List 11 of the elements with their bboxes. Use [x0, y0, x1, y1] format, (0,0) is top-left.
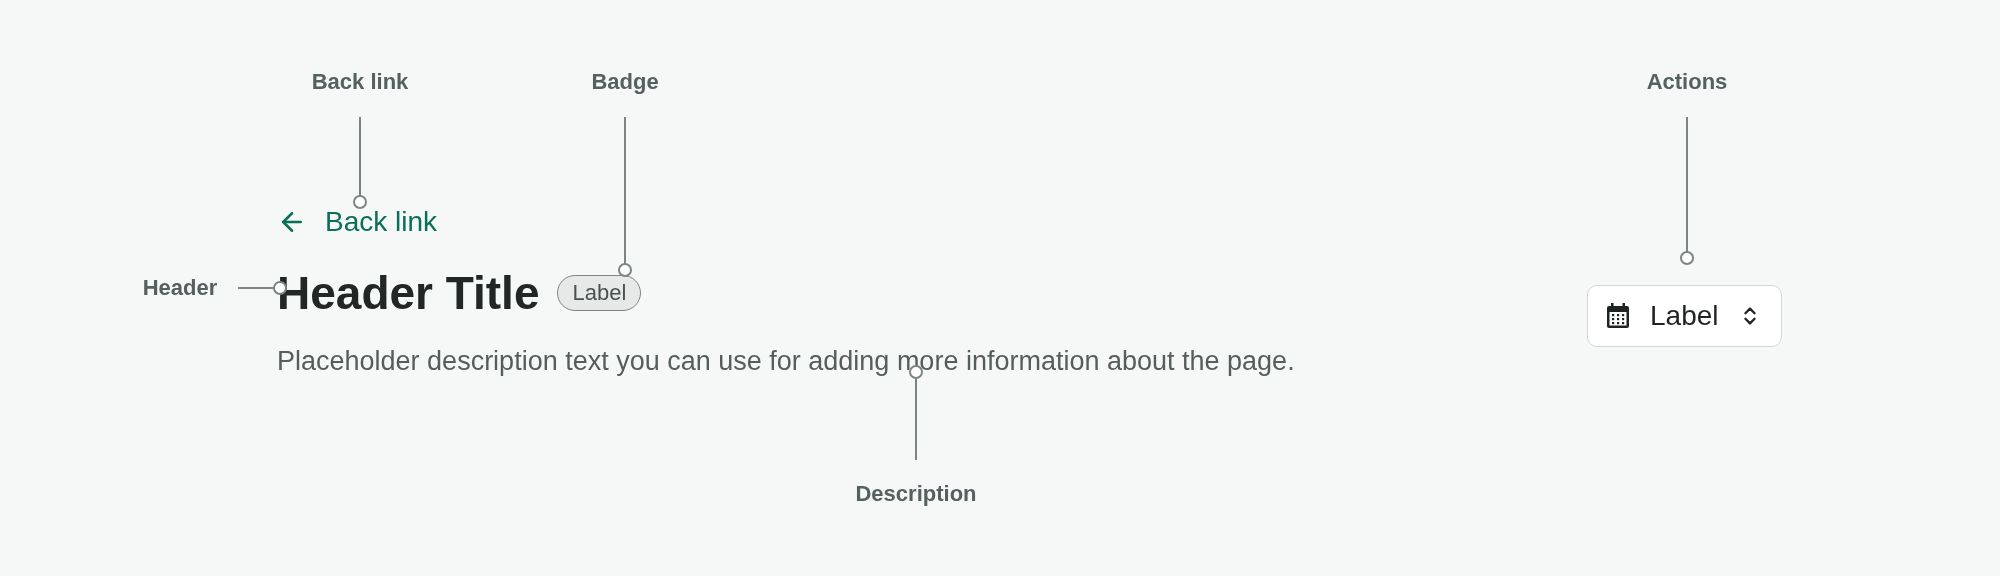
date-select-button[interactable]: Label — [1587, 285, 1782, 347]
callout-label: Header — [142, 275, 218, 301]
description: Placeholder description text you can use for adding more information about the page. — [277, 346, 1296, 377]
callout-label: Badge — [591, 69, 659, 95]
badge: Label — [557, 275, 642, 311]
callout-label: Actions — [1646, 69, 1728, 95]
back-link[interactable]: Back link — [277, 204, 438, 240]
callout-label: Back link — [311, 69, 409, 95]
header-title: Header Title — [277, 270, 540, 316]
callout-label: Description — [855, 481, 977, 507]
calendar-icon — [1606, 303, 1630, 329]
